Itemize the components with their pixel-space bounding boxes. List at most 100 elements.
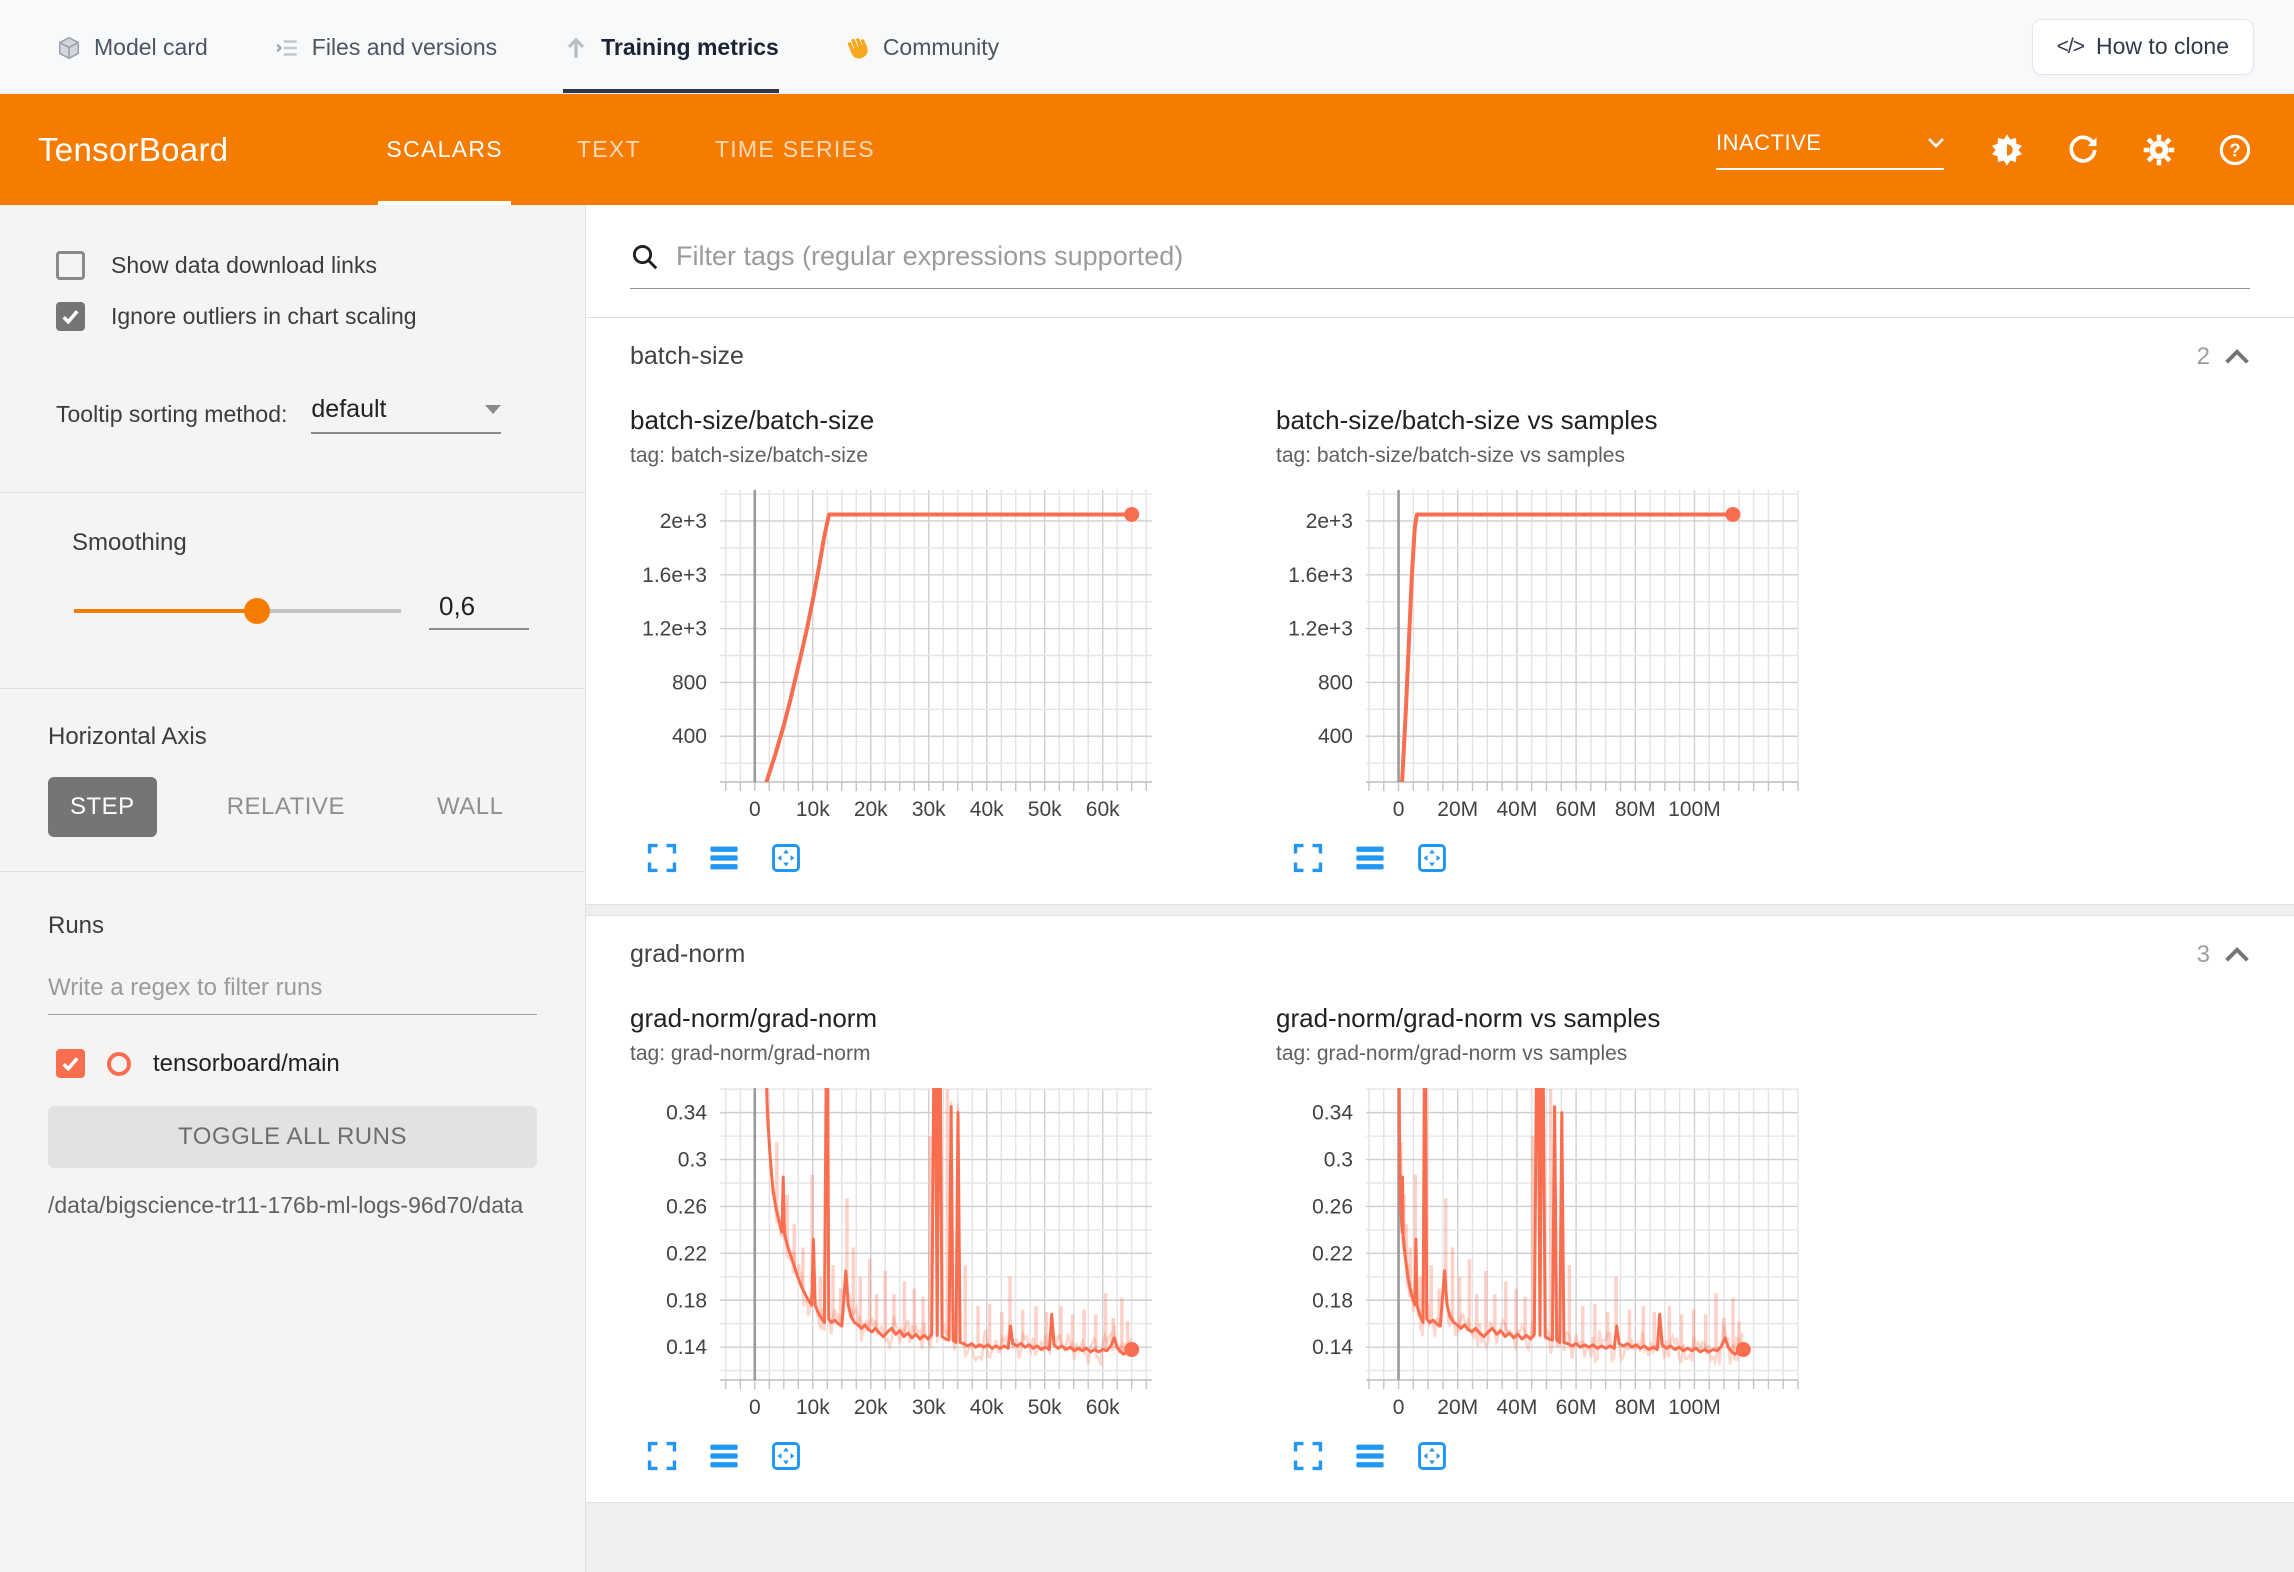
slider-fill [74,609,257,613]
svg-text:800: 800 [672,671,707,694]
chart-title: batch-size/batch-size vs samples [1276,405,1882,436]
data-table-button[interactable] [1352,1438,1388,1474]
runs-filter-input[interactable] [48,974,537,1002]
tab-files-and-versions[interactable]: Files and versions [274,0,497,93]
file-list-icon [274,35,300,61]
svg-text:30k: 30k [912,1396,946,1419]
data-table-icon [1353,841,1387,875]
expand-chart-button[interactable] [1290,1438,1326,1474]
help-icon: ? [2218,133,2252,167]
data-table-icon [707,1439,741,1473]
fit-domain-button[interactable] [1414,840,1450,876]
collapse-section-button[interactable] [2224,349,2250,365]
svg-text:0.18: 0.18 [1312,1289,1353,1312]
divider [0,492,585,493]
axis-relative-button[interactable]: RELATIVE [205,777,367,837]
smoothing-value[interactable]: 0,6 [429,591,529,630]
chart-title: batch-size/batch-size [630,405,1236,436]
tag-filter-input[interactable] [676,241,2250,272]
svg-text:100M: 100M [1668,798,1721,821]
code-icon: </> [2057,35,2084,59]
svg-text:10k: 10k [796,798,830,821]
run-item-tensorboard-main[interactable]: tensorboard/main [56,1049,585,1078]
svg-text:1.2e+3: 1.2e+3 [642,618,707,641]
settings-button[interactable] [2136,127,2182,173]
expand-chart-button[interactable] [644,840,680,876]
svg-text:0.34: 0.34 [666,1102,707,1125]
ignore-outliers-checkbox[interactable] [56,302,85,331]
run-checkbox[interactable] [56,1049,85,1078]
horizontal-axis-label: Horizontal Axis [48,723,585,751]
tab-label: Training metrics [601,34,779,61]
line-chart[interactable]: 020M40M60M80M100M0.140.180.220.260.30.34 [1276,1080,1816,1428]
section-batch-size: batch-size 2 batch-size/batch-size tag: … [586,317,2294,905]
svg-text:0.34: 0.34 [1312,1102,1353,1125]
reload-status-dropdown[interactable]: INACTIVE [1716,130,1944,170]
check-icon [60,306,81,327]
fit-domain-button[interactable] [768,1438,804,1474]
tab-time-series[interactable]: TIME SERIES [707,94,883,205]
data-table-button[interactable] [706,1438,742,1474]
svg-text:40M: 40M [1496,1396,1537,1419]
data-table-button[interactable] [706,840,742,876]
svg-text:0.26: 0.26 [1312,1195,1353,1218]
tab-training-metrics[interactable]: Training metrics [563,0,779,93]
axis-wall-button[interactable]: WALL [415,777,525,837]
section-grad-norm: grad-norm 3 grad-norm/grad-norm tag: gra… [586,915,2294,1503]
tab-scalars[interactable]: SCALARS [378,94,510,205]
search-icon [630,242,660,272]
expand-chart-button[interactable] [1290,840,1326,876]
how-to-clone-button[interactable]: </> How to clone [2032,19,2254,75]
waving-hand-icon [845,35,871,61]
gear-icon [2142,133,2176,167]
line-chart[interactable]: 010k20k30k40k50k60k4008001.2e+31.6e+32e+… [630,482,1170,830]
smoothing-slider[interactable] [74,609,401,613]
svg-text:50k: 50k [1028,798,1062,821]
tooltip-sorting-label: Tooltip sorting method: [56,401,287,434]
svg-text:10k: 10k [796,1396,830,1419]
run-color-swatch [107,1052,131,1076]
line-chart[interactable]: 010k20k30k40k50k60k0.140.180.220.260.30.… [630,1080,1170,1428]
chart-title: grad-norm/grad-norm [630,1003,1236,1034]
tensorboard-logo: TensorBoard [38,131,228,169]
slider-thumb[interactable] [244,598,270,624]
refresh-button[interactable] [2060,127,2106,173]
chart-batch-size-step: batch-size/batch-size tag: batch-size/ba… [630,405,1236,876]
svg-text:20M: 20M [1437,798,1478,821]
section-title: grad-norm [630,940,745,969]
svg-text:60k: 60k [1086,1396,1120,1419]
fullscreen-icon [1291,1439,1325,1473]
show-download-links-label: Show data download links [111,252,377,279]
tab-text[interactable]: TEXT [569,94,649,205]
tab-label: Community [883,34,999,61]
chart-grad-norm-samples: grad-norm/grad-norm vs samples tag: grad… [1276,1003,1882,1474]
collapse-section-button[interactable] [2224,947,2250,963]
svg-text:1.6e+3: 1.6e+3 [642,564,707,587]
fit-domain-button[interactable] [768,840,804,876]
divider [0,871,585,872]
help-button[interactable]: ? [2212,127,2258,173]
tab-label: Model card [94,34,208,61]
dropdown-caret-icon [485,405,501,414]
tab-model-card[interactable]: Model card [56,0,208,93]
chart-batch-size-samples: batch-size/batch-size vs samples tag: ba… [1276,405,1882,876]
chart-tag: tag: grad-norm/grad-norm [630,1042,1236,1066]
cube-icon [56,35,82,61]
fit-domain-button[interactable] [1414,1438,1450,1474]
contrast-toggle-button[interactable] [1984,127,2030,173]
ignore-outliers-label: Ignore outliers in chart scaling [111,303,417,330]
section-chart-count: 2 [2197,343,2210,371]
tab-community[interactable]: Community [845,0,999,93]
svg-text:60k: 60k [1086,798,1120,821]
tooltip-sorting-select[interactable]: default [311,395,501,434]
show-download-links-checkbox[interactable] [56,251,85,280]
data-table-button[interactable] [1352,840,1388,876]
axis-step-button[interactable]: STEP [48,777,157,837]
toggle-all-runs-button[interactable]: TOGGLE ALL RUNS [48,1106,537,1168]
reload-status-value: INACTIVE [1716,130,1821,156]
section-title: batch-size [630,342,744,371]
line-chart[interactable]: 020M40M60M80M100M4008001.2e+31.6e+32e+3 [1276,482,1816,830]
hf-top-bar: Model card Files and versions Training m… [0,0,2294,94]
expand-chart-button[interactable] [644,1438,680,1474]
svg-text:40k: 40k [970,1396,1004,1419]
